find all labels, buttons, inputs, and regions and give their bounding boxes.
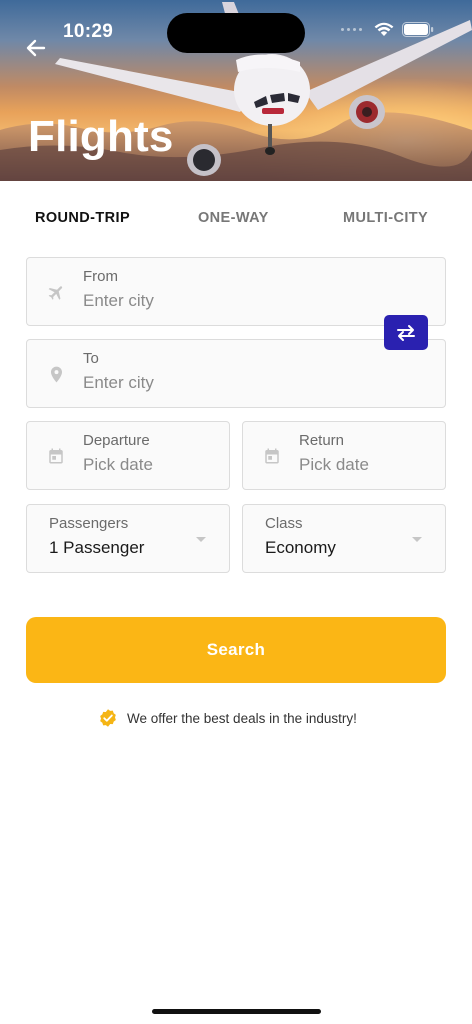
status-time: 10:29 bbox=[63, 21, 114, 42]
swap-cities-button[interactable] bbox=[384, 315, 428, 350]
back-arrow-icon[interactable] bbox=[24, 36, 48, 60]
plane-icon bbox=[48, 286, 63, 300]
wifi-icon bbox=[374, 22, 394, 36]
trip-type-tabs: ROUND-TRIP ONE-WAY MULTI-CITY bbox=[0, 210, 472, 230]
return-input[interactable]: Pick date bbox=[299, 455, 369, 475]
calendar-icon bbox=[49, 448, 63, 464]
return-label: Return bbox=[299, 432, 345, 449]
class-select[interactable]: Class Economy bbox=[242, 504, 446, 573]
tab-one-way[interactable]: ONE-WAY bbox=[198, 210, 269, 226]
verified-badge-icon bbox=[100, 709, 116, 727]
class-label: Class bbox=[265, 515, 303, 532]
calendar-icon bbox=[265, 448, 279, 464]
from-label: From bbox=[83, 268, 118, 285]
departure-field[interactable]: Departure Pick date bbox=[26, 421, 230, 490]
dropdown-arrow-icon bbox=[412, 537, 422, 542]
from-field[interactable]: From Enter city bbox=[26, 257, 446, 326]
status-icons bbox=[341, 22, 434, 37]
passengers-select[interactable]: Passengers 1 Passenger bbox=[26, 504, 230, 573]
departure-label: Departure bbox=[83, 432, 150, 449]
hero-banner: 10:29 Flights bbox=[0, 0, 472, 181]
swap-arrows-icon bbox=[397, 324, 415, 341]
passengers-value: 1 Passenger bbox=[49, 538, 145, 557]
tab-multi-city[interactable]: MULTI-CITY bbox=[343, 210, 428, 226]
passengers-label: Passengers bbox=[49, 515, 129, 532]
dynamic-island bbox=[167, 13, 305, 53]
search-button[interactable]: Search bbox=[26, 617, 446, 683]
to-label: To bbox=[83, 350, 99, 367]
page-title: Flights bbox=[28, 112, 174, 161]
class-value: Economy bbox=[265, 538, 336, 557]
location-pin-icon bbox=[50, 366, 63, 383]
from-input[interactable]: Enter city bbox=[83, 291, 154, 311]
departure-input[interactable]: Pick date bbox=[83, 455, 153, 475]
return-field[interactable]: Return Pick date bbox=[242, 421, 446, 490]
deal-notice: We offer the best deals in the industry! bbox=[98, 708, 357, 728]
home-indicator bbox=[152, 1009, 321, 1014]
dropdown-arrow-icon bbox=[196, 537, 206, 542]
signal-icon bbox=[341, 28, 362, 31]
deal-text: We offer the best deals in the industry! bbox=[127, 710, 357, 726]
to-input[interactable]: Enter city bbox=[83, 373, 154, 393]
tab-round-trip[interactable]: ROUND-TRIP bbox=[35, 210, 130, 226]
to-field[interactable]: To Enter city bbox=[26, 339, 446, 408]
battery-icon bbox=[402, 22, 434, 37]
